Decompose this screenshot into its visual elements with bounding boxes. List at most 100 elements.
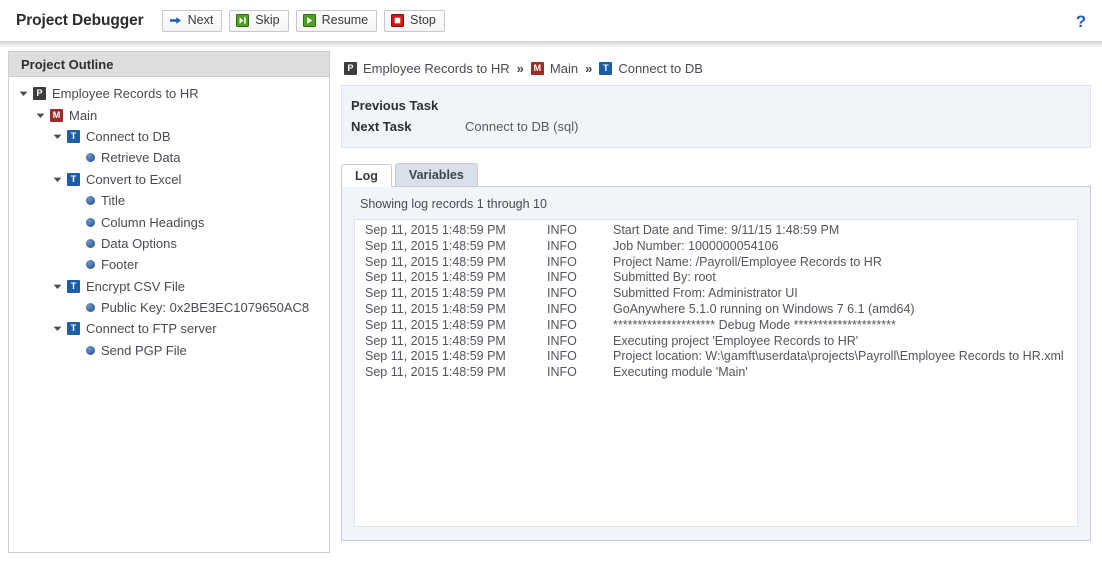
tree-item-label: Retrieve Data (101, 151, 180, 164)
project-outline-header: Project Outline (9, 52, 329, 77)
chevron-down-icon[interactable] (51, 280, 64, 293)
stop-button-label: Stop (410, 14, 436, 27)
task-icon: T (67, 173, 80, 186)
previous-task-row: Previous Task (342, 95, 1090, 116)
log-timestamp: Sep 11, 2015 1:48:59 PM (359, 334, 547, 350)
log-timestamp: Sep 11, 2015 1:48:59 PM (359, 365, 547, 381)
tree-item-label: Column Headings (101, 216, 204, 229)
tree-item[interactable]: Data Options (9, 233, 329, 254)
tab-bar[interactable]: Log Variables (341, 163, 1094, 186)
element-dot-icon (86, 218, 95, 227)
tree-item-label: Public Key: 0x2BE3EC1079650AC8 (101, 301, 309, 314)
tab-variables[interactable]: Variables (395, 163, 478, 186)
tree-item[interactable]: TConnect to FTP server (9, 318, 329, 339)
tree-item-label: Footer (101, 258, 139, 271)
tree-item[interactable]: T Connect to DB (9, 126, 329, 147)
log-timestamp: Sep 11, 2015 1:48:59 PM (359, 239, 547, 255)
chevron-down-icon[interactable] (51, 130, 64, 143)
skip-forward-icon (236, 14, 249, 27)
project-icon: P (344, 62, 357, 75)
breadcrumb-item[interactable]: MMain (531, 61, 578, 76)
tree-item[interactable]: Send PGP File (9, 340, 329, 361)
log-record-count: Showing log records 1 through 10 (354, 197, 1078, 211)
log-timestamp: Sep 11, 2015 1:48:59 PM (359, 318, 547, 334)
breadcrumb-item-label: Main (550, 61, 578, 76)
log-level: INFO (547, 318, 613, 334)
log-level: INFO (547, 239, 613, 255)
task-icon: T (67, 322, 80, 335)
next-button[interactable]: Next (162, 10, 223, 32)
breadcrumb: PEmployee Records to HR»MMain»TConnect t… (338, 51, 1094, 85)
element-dot-icon (86, 196, 95, 205)
chevron-down-icon[interactable] (34, 109, 47, 122)
skip-button-label: Skip (255, 14, 279, 27)
log-entry: Sep 11, 2015 1:48:59 PMINFO*************… (359, 318, 1073, 334)
tab-log-label: Log (355, 169, 378, 183)
chevron-down-icon[interactable] (17, 87, 30, 100)
element-dot-icon (86, 303, 95, 312)
log-entry: Sep 11, 2015 1:48:59 PMINFOExecuting pro… (359, 334, 1073, 350)
project-outline-panel: Project Outline PEmployee Records to HRM… (8, 51, 330, 553)
tab-variables-label: Variables (409, 168, 464, 182)
log-level: INFO (547, 302, 613, 318)
log-output-box[interactable]: Sep 11, 2015 1:48:59 PMINFOStart Date an… (354, 219, 1078, 527)
tree-item[interactable]: Public Key: 0x2BE3EC1079650AC8 (9, 297, 329, 318)
log-level: INFO (547, 255, 613, 271)
tree-item-label: Connect to DB (86, 130, 171, 143)
breadcrumb-separator: » (585, 61, 592, 76)
tree-item[interactable]: PEmployee Records to HR (9, 83, 329, 104)
breadcrumb-item-label: Employee Records to HR (363, 61, 510, 76)
module-icon: M (50, 109, 63, 122)
tree-item[interactable]: TEncrypt CSV File (9, 276, 329, 297)
log-message: Executing project 'Employee Records to H… (613, 334, 1073, 350)
breadcrumb-item[interactable]: P Employee Records to HR (344, 61, 510, 76)
tree-item[interactable]: M Main (9, 104, 329, 125)
log-entry: Sep 11, 2015 1:48:59 PMINFOProject Name:… (359, 255, 1073, 271)
next-button-label: Next (188, 14, 214, 27)
tree-item[interactable]: Column Headings (9, 211, 329, 232)
log-timestamp: Sep 11, 2015 1:48:59 PM (359, 223, 547, 239)
log-entry: Sep 11, 2015 1:48:59 PMINFOJob Number: 1… (359, 239, 1073, 255)
log-entry: Sep 11, 2015 1:48:59 PMINFOSubmitted Fro… (359, 286, 1073, 302)
resume-button[interactable]: Resume (296, 10, 378, 32)
task-icon: T (67, 130, 80, 143)
element-dot-icon (86, 346, 95, 355)
log-message: Project Name: /Payroll/Employee Records … (613, 255, 1073, 271)
app-header: Project Debugger Next Skip Resume (0, 0, 1102, 41)
tree-item-label: Main (69, 109, 97, 122)
tree-item-label: Convert to Excel (86, 173, 181, 186)
page-title: Project Debugger (16, 12, 144, 30)
log-message: Executing module 'Main' (613, 365, 1073, 381)
skip-button[interactable]: Skip (229, 10, 288, 32)
project-outline-tree[interactable]: PEmployee Records to HRMMainTConnect to … (9, 77, 329, 361)
tree-item[interactable]: Retrieve Data (9, 147, 329, 168)
task-info-panel: Previous Task Next Task Connect to DB (s… (341, 85, 1091, 148)
help-icon[interactable]: ? (1068, 8, 1094, 34)
breadcrumb-item-label: Connect to DB (618, 61, 703, 76)
tree-item-label: Data Options (101, 237, 177, 250)
header-divider (0, 41, 1102, 47)
log-level: INFO (547, 334, 613, 350)
tree-item-label: Encrypt CSV File (86, 280, 185, 293)
breadcrumb-item[interactable]: TConnect to DB (599, 61, 703, 76)
log-timestamp: Sep 11, 2015 1:48:59 PM (359, 270, 547, 286)
chevron-down-icon[interactable] (51, 322, 64, 335)
tree-item[interactable]: Title (9, 190, 329, 211)
log-entry: Sep 11, 2015 1:48:59 PMINFOExecuting mod… (359, 365, 1073, 381)
stop-button[interactable]: Stop (384, 10, 445, 32)
tab-log[interactable]: Log (341, 164, 392, 187)
tree-item[interactable]: T Convert to Excel (9, 169, 329, 190)
log-entry: Sep 11, 2015 1:48:59 PMINFOProject locat… (359, 349, 1073, 365)
element-dot-icon (86, 239, 95, 248)
arrow-right-icon (169, 14, 182, 27)
log-message: ********************* Debug Mode *******… (613, 318, 1073, 334)
log-timestamp: Sep 11, 2015 1:48:59 PM (359, 349, 547, 365)
tree-item[interactable]: Footer (9, 254, 329, 275)
log-entry: Sep 11, 2015 1:48:59 PMINFOGoAnywhere 5.… (359, 302, 1073, 318)
log-message: GoAnywhere 5.1.0 running on Windows 7 6.… (613, 302, 1073, 318)
log-timestamp: Sep 11, 2015 1:48:59 PM (359, 286, 547, 302)
chevron-down-icon[interactable] (51, 173, 64, 186)
log-message: Submitted By: root (613, 270, 1073, 286)
next-task-label: Next Task (351, 119, 465, 134)
log-timestamp: Sep 11, 2015 1:48:59 PM (359, 302, 547, 318)
